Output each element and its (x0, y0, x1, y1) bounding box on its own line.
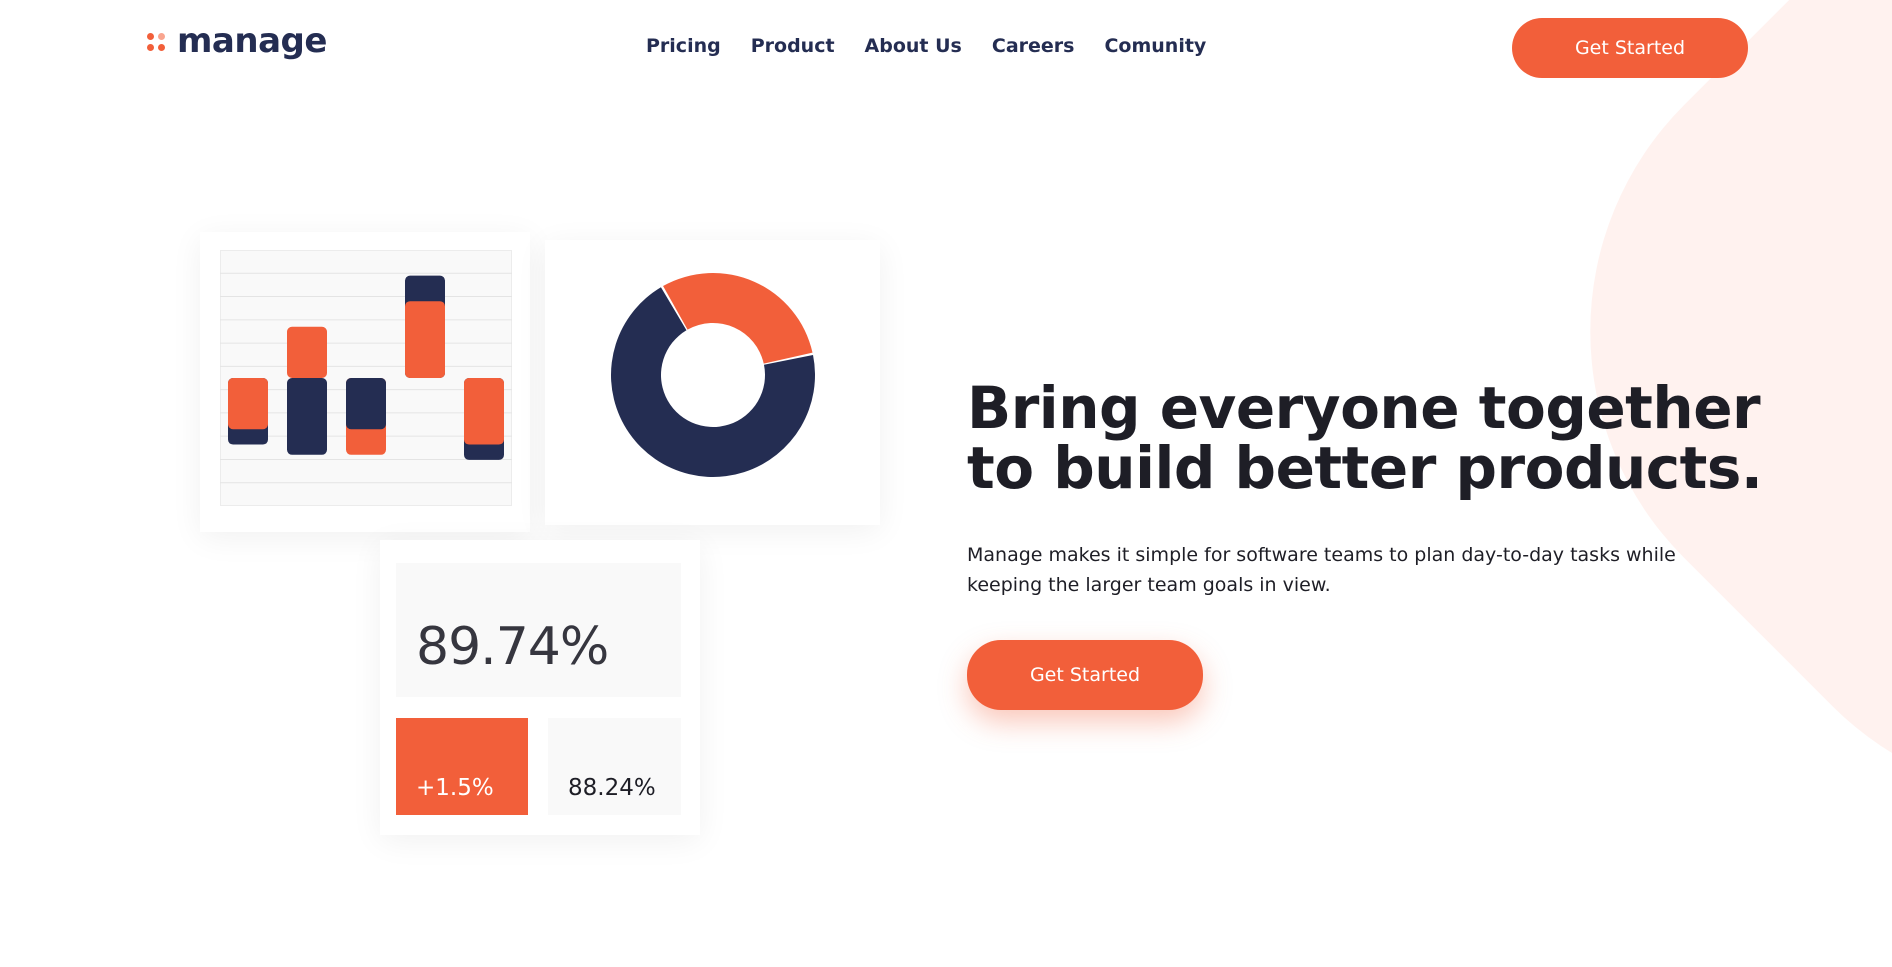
stat-secondary-box: 88.24% (548, 718, 681, 815)
stat-change-value: +1.5% (416, 775, 494, 801)
hero-title-line-1: Bring everyone together (967, 374, 1761, 442)
nav-item-about-us[interactable]: About Us (865, 35, 962, 57)
bar-front (405, 301, 445, 378)
get-started-hero-button[interactable]: Get Started (967, 640, 1203, 710)
nav-item-pricing[interactable]: Pricing (646, 35, 721, 57)
hero-title: Bring everyone together to build better … (967, 378, 1767, 498)
bar-chart (220, 272, 512, 484)
nav-item-community[interactable]: Comunity (1104, 35, 1206, 57)
stat-secondary-value: 88.24% (568, 775, 656, 801)
logo-dots-icon (145, 30, 167, 52)
stat-main-box: 89.74% (396, 563, 681, 697)
donut-chart (611, 273, 815, 477)
brand-logo[interactable]: manage (145, 24, 327, 58)
stat-main-value: 89.74% (416, 617, 609, 677)
main-nav: Pricing Product About Us Careers Comunit… (646, 35, 1206, 57)
hero-title-line-2: to build better products. (967, 434, 1763, 502)
donut-slice-1 (663, 273, 813, 364)
bar-back (287, 378, 327, 455)
brand-name: manage (177, 21, 327, 61)
bar-front (287, 326, 327, 378)
nav-item-product[interactable]: Product (751, 35, 835, 57)
hero-description: Manage makes it simple for software team… (967, 544, 1676, 596)
bar-front (346, 378, 386, 430)
nav-item-careers[interactable]: Careers (992, 35, 1075, 57)
bar-front (464, 378, 504, 445)
bar-front (228, 378, 268, 430)
stat-change-box: +1.5% (396, 718, 528, 815)
get-started-header-button[interactable]: Get Started (1512, 18, 1748, 78)
